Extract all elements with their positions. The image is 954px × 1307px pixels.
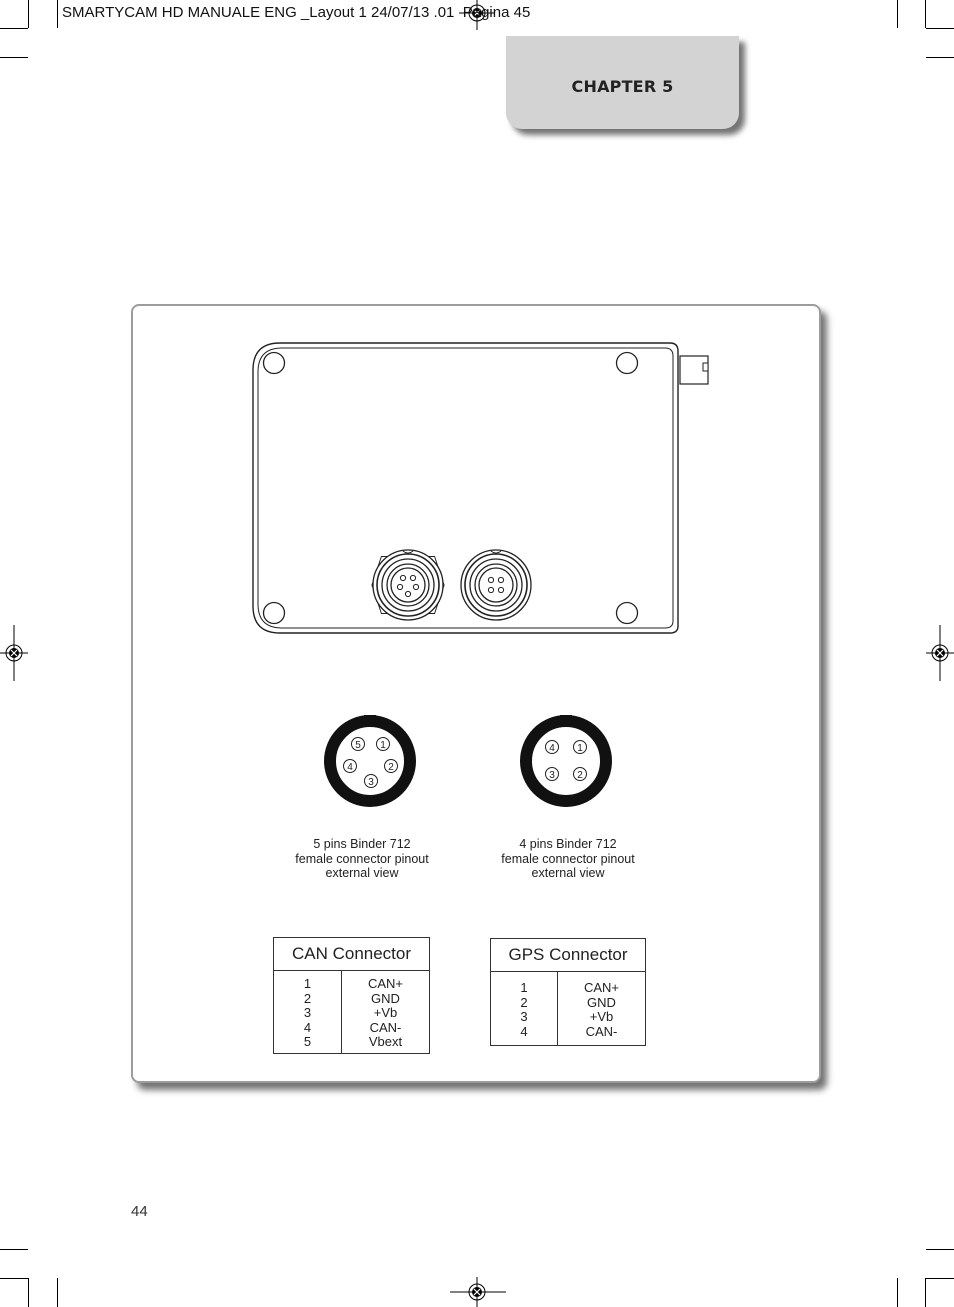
pin-4-label: 4 bbox=[545, 740, 559, 754]
pin-number: 1 bbox=[303, 976, 312, 991]
pinout-5-pin-caption: 5 pins Binder 712 female connector pinou… bbox=[262, 837, 462, 881]
pin-1-label: 1 bbox=[573, 740, 587, 754]
table-title: GPS Connector bbox=[491, 939, 645, 972]
print-slug-page-label: Pagina 45 bbox=[454, 4, 531, 21]
pin-number: 1 bbox=[520, 980, 528, 995]
crop-mark-bottom-right-h2 bbox=[926, 1278, 954, 1279]
table-title: CAN Connector bbox=[274, 938, 429, 971]
caption-line: 4 pins Binder 712 bbox=[519, 837, 617, 851]
signal-name: GND bbox=[587, 994, 616, 1010]
crop-mark-bottom-right-v bbox=[925, 1278, 926, 1307]
crop-mark-top-right-v bbox=[897, 0, 898, 28]
pin-3-label: 3 bbox=[545, 767, 559, 781]
svg-text:1: 1 bbox=[380, 740, 386, 751]
crop-mark-top-left-h2 bbox=[0, 57, 28, 58]
crop-mark-top-right-v2 bbox=[925, 0, 926, 28]
pin-2-label: 2 bbox=[573, 767, 587, 781]
signal-name: GND bbox=[371, 990, 400, 1006]
pinout-5-pin-diagram: 5 1 4 2 3 bbox=[324, 715, 416, 807]
screw-hole-top-right bbox=[615, 351, 639, 375]
can-socket-drawing bbox=[371, 549, 445, 621]
signal-name: +Vb bbox=[373, 1005, 398, 1020]
pinout-4-pin-diagram: 4 1 3 2 bbox=[520, 715, 612, 807]
crop-mark-bottom-right-h bbox=[926, 1249, 954, 1250]
svg-text:4: 4 bbox=[549, 743, 555, 754]
crop-mark-bottom-left-h2 bbox=[0, 1278, 28, 1279]
caption-line: female connector pinout bbox=[501, 851, 635, 866]
crop-mark-bottom-right-v2 bbox=[897, 1278, 898, 1307]
pin-number: 4 bbox=[303, 1019, 312, 1035]
svg-text:5: 5 bbox=[355, 740, 361, 751]
signal-name: CAN- bbox=[369, 1019, 402, 1035]
print-slug-time: .01 bbox=[433, 4, 455, 21]
pin-3-label: 3 bbox=[364, 774, 378, 788]
pin-number-column: 1 2 3 4 bbox=[491, 972, 558, 1045]
pin-4-label: 4 bbox=[343, 759, 357, 773]
crop-mark-top-left-v bbox=[28, 0, 29, 28]
svg-text:2: 2 bbox=[577, 770, 583, 781]
signal-name: CAN- bbox=[585, 1023, 618, 1039]
svg-text:3: 3 bbox=[549, 770, 555, 781]
pin-2-label: 2 bbox=[384, 759, 398, 773]
crop-mark-top-right-h bbox=[926, 28, 954, 29]
page-number: 44 bbox=[131, 1203, 148, 1220]
crop-mark-top-left-v2 bbox=[57, 0, 58, 28]
pinout-4-pin-caption: 4 pins Binder 712 female connector pinou… bbox=[468, 837, 668, 881]
gps-socket-drawing bbox=[460, 549, 532, 621]
pin-number-column: 1 2 3 4 5 bbox=[274, 971, 342, 1053]
caption-line: 5 pins Binder 712 bbox=[313, 837, 411, 851]
print-slug: SMARTYCAM HD MANUALE ENG _Layout 1 24/07… bbox=[62, 4, 530, 21]
signal-name: +Vb bbox=[589, 1009, 614, 1024]
pin-number: 3 bbox=[520, 1009, 528, 1024]
crop-mark-bottom-left-h bbox=[0, 1249, 28, 1250]
caption-line: external view bbox=[531, 866, 605, 880]
can-connector-table: CAN Connector 1 2 3 4 5 CAN+ GND +Vb CAN… bbox=[273, 937, 430, 1054]
screw-hole-top-left bbox=[262, 351, 286, 375]
pin-number: 5 bbox=[303, 1034, 312, 1049]
crop-mark-top-left-h bbox=[0, 28, 28, 29]
pin-5-label: 5 bbox=[351, 737, 365, 751]
signal-name: CAN+ bbox=[367, 976, 404, 991]
registration-mark-left bbox=[0, 625, 28, 681]
signal-name: Vbext bbox=[368, 1034, 403, 1049]
device-rear-drawing bbox=[252, 342, 709, 634]
pin-number: 2 bbox=[303, 990, 312, 1006]
registration-mark-right bbox=[926, 625, 954, 681]
svg-text:2: 2 bbox=[388, 762, 394, 773]
chapter-tab: CHAPTER 5 bbox=[506, 36, 739, 129]
registration-mark-bottom bbox=[450, 1277, 506, 1307]
crop-mark-bottom-left-v bbox=[28, 1278, 29, 1307]
svg-text:4: 4 bbox=[347, 762, 353, 773]
print-slug-text: SMARTYCAM HD MANUALE ENG _Layout 1 24/07… bbox=[62, 4, 434, 21]
signal-column: CAN+ GND +Vb CAN- bbox=[558, 972, 645, 1045]
signal-column: CAN+ GND +Vb CAN- Vbext bbox=[342, 971, 429, 1053]
pin-number: 3 bbox=[303, 1005, 312, 1020]
screw-hole-bottom-right bbox=[615, 601, 639, 625]
pin-1-label: 1 bbox=[376, 737, 390, 751]
caption-line: external view bbox=[325, 866, 399, 880]
pin-number: 2 bbox=[520, 994, 528, 1010]
signal-name: CAN+ bbox=[583, 980, 620, 995]
crop-mark-top-right-h2 bbox=[926, 57, 954, 58]
crop-mark-bottom-left-v2 bbox=[57, 1278, 58, 1307]
chapter-label: CHAPTER 5 bbox=[571, 77, 674, 96]
screw-hole-bottom-left bbox=[262, 601, 286, 625]
svg-text:3: 3 bbox=[368, 777, 374, 788]
gps-connector-table: GPS Connector 1 2 3 4 CAN+ GND +Vb CAN- bbox=[490, 938, 646, 1046]
pin-number: 4 bbox=[520, 1023, 528, 1039]
svg-text:1: 1 bbox=[577, 743, 583, 754]
caption-line: female connector pinout bbox=[295, 851, 429, 866]
